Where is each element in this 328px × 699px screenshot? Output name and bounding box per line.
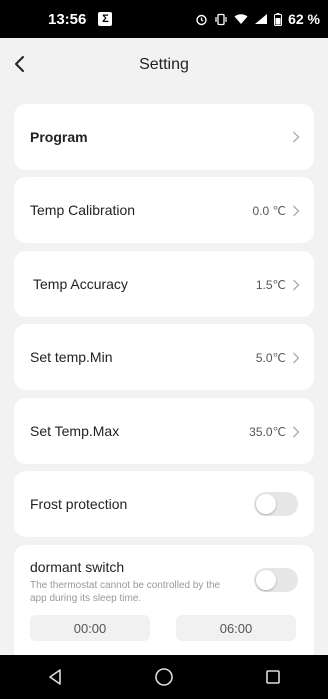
wifi-icon xyxy=(234,14,248,24)
toggle-knob xyxy=(256,570,276,590)
circle-home-icon[interactable] xyxy=(152,665,176,689)
set-temp-min-row[interactable]: Set temp.Min 5.0℃ xyxy=(14,324,314,390)
alarm-icon xyxy=(196,14,207,25)
dormant-switch-label: dormant switch xyxy=(30,559,125,575)
program-row[interactable]: Program xyxy=(14,104,314,170)
status-icons: 62 % xyxy=(195,11,320,27)
status-time: 13:56 xyxy=(48,10,87,28)
signal-icon xyxy=(255,14,268,24)
temp-calibration-label: Temp Calibration xyxy=(30,202,136,218)
set-temp-min-value: 5.0℃ xyxy=(255,351,286,365)
temp-accuracy-row[interactable]: Temp Accuracy 1.5℃ xyxy=(14,251,314,317)
set-temp-min-label: Set temp.Min xyxy=(30,349,113,365)
chevron-right-icon xyxy=(293,131,300,143)
frost-protection-row: Frost protection xyxy=(14,471,314,537)
status-bar: 13:56 Σ 62 % xyxy=(0,0,328,38)
sleep-start-time[interactable]: 00:00 xyxy=(30,615,150,641)
temp-accuracy-value: 1.5℃ xyxy=(255,278,286,292)
dormant-switch-card: dormant switch The thermostat cannot be … xyxy=(14,545,314,665)
sigma-badge-icon: Σ xyxy=(98,12,113,26)
program-label: Program xyxy=(30,129,88,145)
temp-calibration-value: 0.0 ℃ xyxy=(252,204,287,218)
chevron-right-icon xyxy=(293,205,300,217)
frost-protection-toggle[interactable] xyxy=(254,492,298,516)
chevron-left-icon[interactable] xyxy=(10,54,30,74)
temp-calibration-row[interactable]: Temp Calibration 0.0 ℃ xyxy=(14,177,314,243)
chevron-right-icon xyxy=(293,279,300,291)
vibrate-icon xyxy=(215,13,227,25)
frost-protection-label: Frost protection xyxy=(30,496,128,512)
chevron-right-icon xyxy=(293,352,300,364)
dormant-switch-description: The thermostat cannot be controlled by t… xyxy=(30,580,221,604)
dormant-switch-toggle[interactable] xyxy=(254,568,298,592)
page-header: Setting xyxy=(0,38,328,92)
toggle-knob xyxy=(256,494,276,514)
sleep-end-time[interactable]: 06:00 xyxy=(176,615,296,641)
square-recents-icon[interactable] xyxy=(261,665,285,689)
set-temp-max-value: 35.0℃ xyxy=(249,425,286,439)
battery-percent: 62 % xyxy=(288,11,320,27)
set-temp-max-label: Set Temp.Max xyxy=(30,423,120,439)
page-title: Setting xyxy=(139,56,189,73)
battery-icon xyxy=(274,12,283,26)
set-temp-max-row[interactable]: Set Temp.Max 35.0℃ xyxy=(14,398,314,464)
temp-accuracy-label: Temp Accuracy xyxy=(33,276,128,292)
system-nav-bar xyxy=(0,655,328,699)
chevron-right-icon xyxy=(293,426,300,438)
triangle-back-icon[interactable] xyxy=(43,665,67,689)
